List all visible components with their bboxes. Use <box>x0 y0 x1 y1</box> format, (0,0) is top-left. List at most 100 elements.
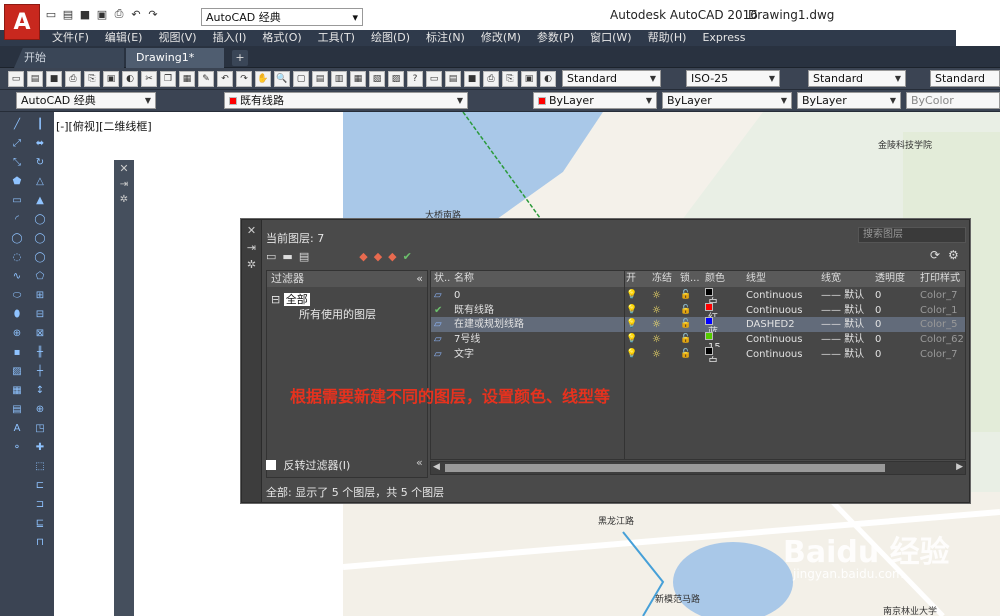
multileader-style-dropdown[interactable]: Standard <box>930 70 1000 87</box>
draw-tool-icon[interactable]: ▭ <box>10 194 24 208</box>
pin-icon[interactable]: ⇥ <box>114 179 134 190</box>
properties-icon[interactable]: ✲ <box>242 258 261 271</box>
modify-tool-icon[interactable]: ⊟ <box>33 308 47 322</box>
new-group-filter-icon[interactable]: ▬ <box>282 250 292 263</box>
redo-icon[interactable]: ↷ <box>146 7 160 21</box>
color-dropdown[interactable]: ByLayer ▼ <box>533 92 657 109</box>
delete-layer-icon[interactable]: ◆ <box>388 250 396 263</box>
toolbar-tool-icon[interactable]: ⎘ <box>502 71 518 87</box>
column-header[interactable]: 打印样式 <box>917 271 965 287</box>
toolbar-tool-icon[interactable]: ▧ <box>369 71 385 87</box>
layer-dropdown[interactable]: 既有线路 ▼ <box>224 92 468 109</box>
toolbar-tool-icon[interactable]: ■ <box>464 71 480 87</box>
modify-tool-icon[interactable]: ⬠ <box>33 270 47 284</box>
column-header[interactable]: 锁... <box>677 271 702 287</box>
auto-hide-icon[interactable]: ⇥ <box>242 241 261 254</box>
column-header[interactable]: 线宽 <box>818 271 872 287</box>
toolbar-tool-icon[interactable]: ▢ <box>293 71 309 87</box>
toolbar-tool-icon[interactable]: ▣ <box>521 71 537 87</box>
toolbar-tool-icon[interactable]: ◐ <box>540 71 556 87</box>
menu-item[interactable]: 参数(P) <box>529 30 582 46</box>
settings-icon[interactable]: ⚙ <box>948 248 959 262</box>
layer-row[interactable]: ▱ 文字💡☼🔓白Continuous—— 默认0Color_7 <box>431 346 965 362</box>
draw-tool-icon[interactable]: ◌ <box>10 251 24 265</box>
transparency-cell[interactable]: 0 <box>872 347 917 362</box>
toolbar-tool-icon[interactable]: ✂ <box>141 71 157 87</box>
menu-item[interactable]: 标注(N) <box>418 30 473 46</box>
toolbar-tool-icon[interactable]: ▭ <box>426 71 442 87</box>
save-icon[interactable]: ■ <box>78 7 92 21</box>
close-icon[interactable]: ✕ <box>242 224 261 237</box>
layer-color-cell[interactable]: 15... <box>702 332 743 347</box>
toolbar-tool-icon[interactable]: ❐ <box>160 71 176 87</box>
new-file-icon[interactable]: ▭ <box>44 7 58 21</box>
collapse-icon[interactable]: « <box>416 271 423 287</box>
sun-icon[interactable]: ☼ <box>649 317 677 332</box>
menu-item[interactable]: 工具(T) <box>310 30 363 46</box>
new-layer-frozen-icon[interactable]: ◆ <box>374 250 382 263</box>
dim-style-dropdown[interactable]: ISO-25 ▼ <box>686 70 780 87</box>
draw-tool-icon[interactable]: ◯ <box>10 232 24 246</box>
toolbar-tool-icon[interactable]: ⎙ <box>483 71 499 87</box>
close-icon[interactable]: ✕ <box>114 162 134 175</box>
lineweight-cell[interactable]: —— 默认 <box>818 317 872 332</box>
collapse-icon[interactable]: « <box>416 456 423 469</box>
menu-item[interactable]: Express <box>694 30 753 46</box>
toolbar-tool-icon[interactable]: ◐ <box>122 71 138 87</box>
filter-item-used[interactable]: 所有使用的图层 <box>299 306 376 322</box>
sun-icon[interactable]: ☼ <box>649 332 677 347</box>
lineweight-cell[interactable]: —— 默认 <box>818 288 872 303</box>
layer-search-input[interactable]: 搜索图层 <box>858 227 966 243</box>
menu-item[interactable]: 插入(I) <box>205 30 255 46</box>
linetype-cell[interactable]: Continuous <box>743 303 818 318</box>
toolbar-tool-icon[interactable]: 🔍 <box>274 71 290 87</box>
scroll-right-icon[interactable]: ▶ <box>956 462 963 472</box>
settings-icon[interactable]: ✲ <box>114 194 134 205</box>
column-header[interactable]: 颜色 <box>702 271 743 287</box>
draw-tool-icon[interactable]: ◜ <box>10 213 24 227</box>
modify-tool-icon[interactable]: ↕ <box>33 384 47 398</box>
lightbulb-icon[interactable]: 💡 <box>623 347 649 362</box>
lineweight-cell[interactable]: —— 默认 <box>818 347 872 362</box>
tab-start[interactable]: 开始 <box>14 48 124 68</box>
modify-tool-icon[interactable]: ▲ <box>33 194 47 208</box>
modify-tool-icon[interactable]: ⊐ <box>33 498 47 512</box>
modify-tool-icon[interactable]: ◯ <box>33 251 47 265</box>
modify-tool-icon[interactable]: ┃ <box>33 118 47 132</box>
modify-tool-icon[interactable]: ⬚ <box>33 460 47 474</box>
filter-item-all[interactable]: ⊟ 全部 <box>271 291 310 307</box>
lineweight-dropdown[interactable]: ByLayer ▼ <box>797 92 901 109</box>
layer-color-cell[interactable]: 红 <box>702 302 743 318</box>
draw-tool-icon[interactable]: ⬮ <box>10 308 24 322</box>
linetype-cell[interactable]: Continuous <box>743 288 818 303</box>
modify-tool-icon[interactable]: ┼ <box>33 365 47 379</box>
lock-icon[interactable]: 🔓 <box>677 288 702 303</box>
modify-tool-icon[interactable]: ⊏ <box>33 479 47 493</box>
new-layer-icon[interactable]: ◆ <box>359 250 367 263</box>
toolbar-tool-icon[interactable]: ↷ <box>236 71 252 87</box>
linetype-cell[interactable]: DASHED2 <box>743 317 818 332</box>
sun-icon[interactable]: ☼ <box>649 303 677 318</box>
horizontal-scrollbar[interactable]: ◀ ▶ <box>430 461 966 475</box>
toolbar-tool-icon[interactable]: ■ <box>46 71 62 87</box>
menu-item[interactable]: 文件(F) <box>44 30 97 46</box>
plotstyle-dropdown[interactable]: ByColor <box>906 92 1000 109</box>
menu-item[interactable]: 绘图(D) <box>363 30 418 46</box>
layer-row[interactable]: ✔ 既有线路💡☼🔓红Continuous—— 默认0Color_1 <box>431 302 965 318</box>
draw-tool-icon[interactable]: ⚬ <box>10 441 24 455</box>
linetype-dropdown[interactable]: ByLayer ▼ <box>662 92 792 109</box>
toolbar-tool-icon[interactable]: ▤ <box>27 71 43 87</box>
menu-item[interactable]: 格式(O) <box>254 30 309 46</box>
plot-icon[interactable]: ⎙ <box>112 7 126 21</box>
toolbar-tool-icon[interactable]: ▤ <box>312 71 328 87</box>
menu-item[interactable]: 修改(M) <box>473 30 529 46</box>
column-header[interactable]: 线型 <box>743 271 818 287</box>
layer-row[interactable]: ▱0💡☼🔓白Continuous—— 默认0Color_7 <box>431 288 965 303</box>
toolbar-tool-icon[interactable]: ▦ <box>179 71 195 87</box>
layer-name[interactable]: 文字 <box>451 347 623 362</box>
toolbar-tool-icon[interactable]: ▨ <box>388 71 404 87</box>
draw-tool-icon[interactable]: ⤡ <box>10 156 24 170</box>
draw-tool-icon[interactable]: ▪ <box>10 346 24 360</box>
modify-tool-icon[interactable]: ⊑ <box>33 517 47 531</box>
toolbar-tool-icon[interactable]: ▣ <box>103 71 119 87</box>
